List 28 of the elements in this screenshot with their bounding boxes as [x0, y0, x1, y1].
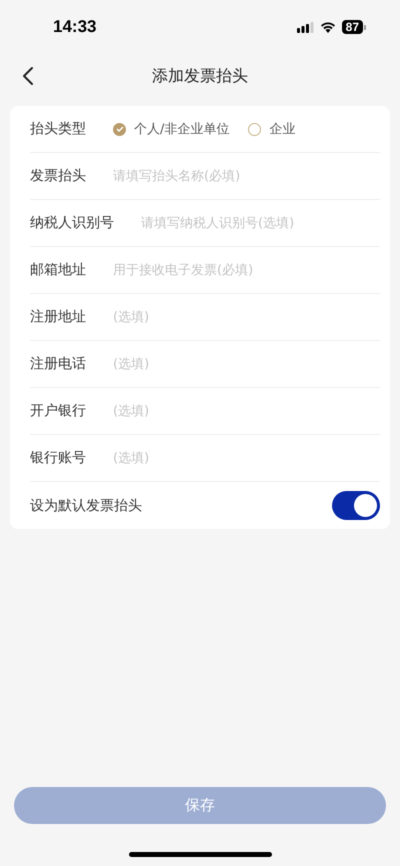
toggle-switch[interactable] [332, 491, 380, 520]
field-label: 设为默认发票抬头 [30, 496, 142, 514]
status-time: 14:33 [53, 17, 96, 37]
check-icon [116, 126, 124, 132]
option-label[interactable]: 个人/非企业单位 [134, 120, 230, 138]
field-label: 纳税人识别号 [30, 214, 114, 232]
option-label[interactable]: 企业 [269, 120, 296, 138]
input-field[interactable]: (选填) [113, 356, 380, 372]
radio-button[interactable] [113, 122, 126, 136]
field-label: 注册电话 [30, 355, 86, 373]
page-title: 添加发票抬头 [152, 66, 248, 86]
field-label: 邮箱地址 [30, 261, 86, 279]
input-field[interactable]: (选填) [113, 450, 380, 466]
battery-level: 87 [342, 20, 363, 34]
input-field[interactable]: 请填写抬头名称(必填) [113, 168, 380, 184]
signal-icon [296, 22, 314, 32]
input-field[interactable]: (选填) [113, 404, 380, 418]
input-field[interactable]: 请填写纳税人识别号(选填) [141, 216, 380, 230]
back-icon[interactable] [22, 66, 34, 86]
field-label: 开户银行 [30, 402, 86, 420]
field-label: 抬头类型 [30, 120, 86, 138]
field-label: 银行账号 [30, 449, 86, 467]
field-label: 注册地址 [30, 308, 86, 326]
wifi-icon [320, 21, 336, 33]
radio-button[interactable] [248, 122, 262, 136]
input-field[interactable]: 用于接收电子发票(必填) [113, 262, 380, 278]
field-label: 发票抬头 [30, 167, 86, 185]
input-field[interactable]: (选填) [113, 310, 380, 324]
